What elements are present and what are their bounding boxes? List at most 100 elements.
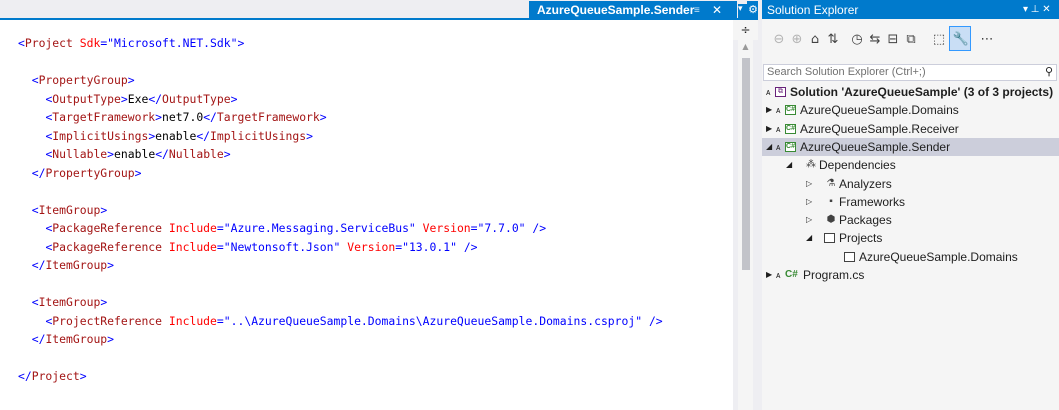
split-editor-button[interactable]: ÷: [733, 20, 758, 40]
scrollbar-thumb[interactable]: [742, 58, 750, 270]
code-token-attr: Include: [162, 239, 217, 254]
dependency-icon: ⁂: [806, 159, 816, 171]
tree-item[interactable]: ▷ ▪ Frameworks: [762, 193, 1059, 211]
tree-item[interactable]: ▶ ᴀ C# AzureQueueSample.Domains: [762, 101, 1059, 119]
tree-item[interactable]: ◢ ᴀ C# AzureQueueSample.Sender: [762, 137, 1059, 156]
code-editor[interactable]: <Project Sdk="Microsoft.NET.Sdk"> <Prope…: [0, 20, 733, 410]
more-icon[interactable]: ⋯: [978, 29, 996, 51]
code-line: <TargetFramework>net7.0</TargetFramework…: [18, 108, 663, 127]
code-token-punct: <: [31, 202, 39, 217]
close-icon[interactable]: ✕: [712, 1, 722, 20]
code-token-tag: PackageReference: [52, 239, 163, 254]
code-token-tag: TargetFramework: [52, 110, 156, 124]
lock-icon: ᴀ: [776, 270, 781, 280]
code-token-val: "Azure.Messaging.ServiceBus": [223, 221, 416, 235]
tree-item[interactable]: AzureQueueSample.Domains: [762, 248, 1059, 266]
solution-explorer-panel: Solution Explorer ▾ ⊥ ✕ ⊖ ⊕ ⌂ ⇅ ◷ ⇆ ⊟ ⧉ ⬚ 🔧 ⋯ Sear…: [762, 0, 1059, 410]
tree-item-label: AzureQueueSample.Receiver: [800, 121, 959, 136]
lock-icon: ᴀ: [776, 141, 781, 152]
code-token-tag: Project: [24, 36, 73, 50]
csharp-project-icon: C#: [785, 123, 796, 134]
code-line: <ItemGroup>: [18, 293, 663, 312]
tree-item-label: Projects: [839, 231, 883, 246]
code-token-val: "Newtonsoft.Json": [223, 239, 341, 254]
solution-explorer-title: Solution Explorer: [767, 3, 859, 17]
show-all-files-icon[interactable]: ⧉: [902, 29, 920, 51]
code-token-punct: <: [18, 36, 25, 50]
code-line: </ItemGroup>: [18, 256, 663, 275]
collapse-icon[interactable]: ◢: [766, 138, 772, 156]
expand-icon[interactable]: ▶: [766, 101, 772, 119]
pin-icon[interactable]: ≡: [694, 1, 700, 20]
switch-views-icon[interactable]: ⇅: [824, 29, 842, 51]
expand-icon[interactable]: ▶: [766, 266, 772, 284]
tree-item-label: Analyzers: [839, 176, 892, 191]
properties-icon[interactable]: 🔧: [952, 29, 970, 51]
search-placeholder: Search Solution Explorer (Ctrl+;): [767, 66, 926, 78]
preview-selected-icon[interactable]: ⬚: [930, 29, 948, 51]
document-tab-title: AzureQueueSample.Sender: [537, 3, 695, 17]
lock-icon: ᴀ: [776, 123, 781, 134]
tree-item[interactable]: ◢ ⁂ Dependencies: [762, 156, 1059, 174]
code-token-punct: >: [127, 73, 135, 87]
code-line: </ItemGroup>: [18, 330, 663, 349]
collapse-all-icon[interactable]: ⊟: [884, 29, 902, 51]
tree-item-label: AzureQueueSample.Domains: [800, 103, 959, 118]
project-reference-icon: [844, 251, 855, 262]
expand-icon[interactable]: ▷: [806, 193, 812, 211]
pending-changes-icon[interactable]: ◷: [848, 29, 866, 51]
back-icon[interactable]: ⊖: [770, 29, 788, 51]
expand-icon[interactable]: ▶: [766, 120, 772, 138]
code-token-punct: </: [196, 128, 211, 143]
tree-item-label: AzureQueueSample.Domains: [859, 249, 1018, 264]
code-token-punct: =: [216, 221, 224, 235]
tree-item-label: Frameworks: [839, 194, 906, 209]
home-icon[interactable]: ⌂: [806, 29, 824, 51]
code-token-punct: />: [456, 239, 478, 254]
code-token-punct: >: [223, 147, 231, 161]
code-token-punct: >: [319, 110, 327, 124]
expand-icon[interactable]: ▷: [806, 175, 812, 193]
code-token-tag: ImplicitUsings: [52, 128, 149, 143]
dependency-icon: ▪: [829, 195, 833, 207]
expand-icon[interactable]: ▷: [806, 211, 812, 229]
forward-icon[interactable]: ⊕: [788, 29, 806, 51]
tree-item[interactable]: ▶ ᴀ C# AzureQueueSample.Receiver: [762, 120, 1059, 138]
code-token-punct: </: [155, 147, 169, 161]
csharp-project-icon: C#: [785, 105, 796, 116]
code-token-tag: TargetFramework: [216, 110, 320, 124]
tree-item[interactable]: ▷ ⬢ Packages: [762, 211, 1059, 229]
document-tab[interactable]: AzureQueueSample.Sender ≡ ✕: [529, 1, 737, 20]
code-token-val: "Microsoft.NET.Sdk": [107, 36, 238, 50]
code-token-punct: =: [216, 313, 224, 328]
code-token-punct: >: [107, 147, 115, 161]
scroll-up-icon[interactable]: ▲: [738, 40, 753, 54]
code-token-punct: />: [525, 221, 547, 235]
collapse-icon[interactable]: ◢: [806, 229, 812, 247]
dependency-icon: ⬢: [826, 214, 836, 226]
search-input[interactable]: Search Solution Explorer (Ctrl+;) ⚲: [763, 64, 1057, 81]
tree-item[interactable]: ▶ ᴀ C# Program.cs: [762, 266, 1059, 284]
tree-item[interactable]: ᴀ ⧉ Solution 'AzureQueueSample' (3 of 3 pr…: [762, 83, 1059, 101]
code-token-tag: OutputType: [52, 91, 121, 106]
code-token-punct: />: [642, 313, 663, 328]
code-line: <Project Sdk="Microsoft.NET.Sdk">: [18, 34, 663, 53]
code-token-punct: <: [31, 73, 39, 87]
sync-icon[interactable]: ⇆: [866, 29, 884, 51]
vertical-scrollbar[interactable]: ▲: [738, 40, 753, 410]
code-line: <ProjectReference Include="..\AzureQueue…: [18, 312, 663, 331]
collapse-icon[interactable]: ◢: [786, 156, 792, 174]
tree-item[interactable]: ▷ ⚗ Analyzers: [762, 175, 1059, 193]
tree-item[interactable]: ◢ Projects: [762, 229, 1059, 247]
search-icon[interactable]: ⚲: [1045, 65, 1053, 80]
window-controls-icons[interactable]: ▾ ⊥ ✕: [1023, 0, 1051, 20]
